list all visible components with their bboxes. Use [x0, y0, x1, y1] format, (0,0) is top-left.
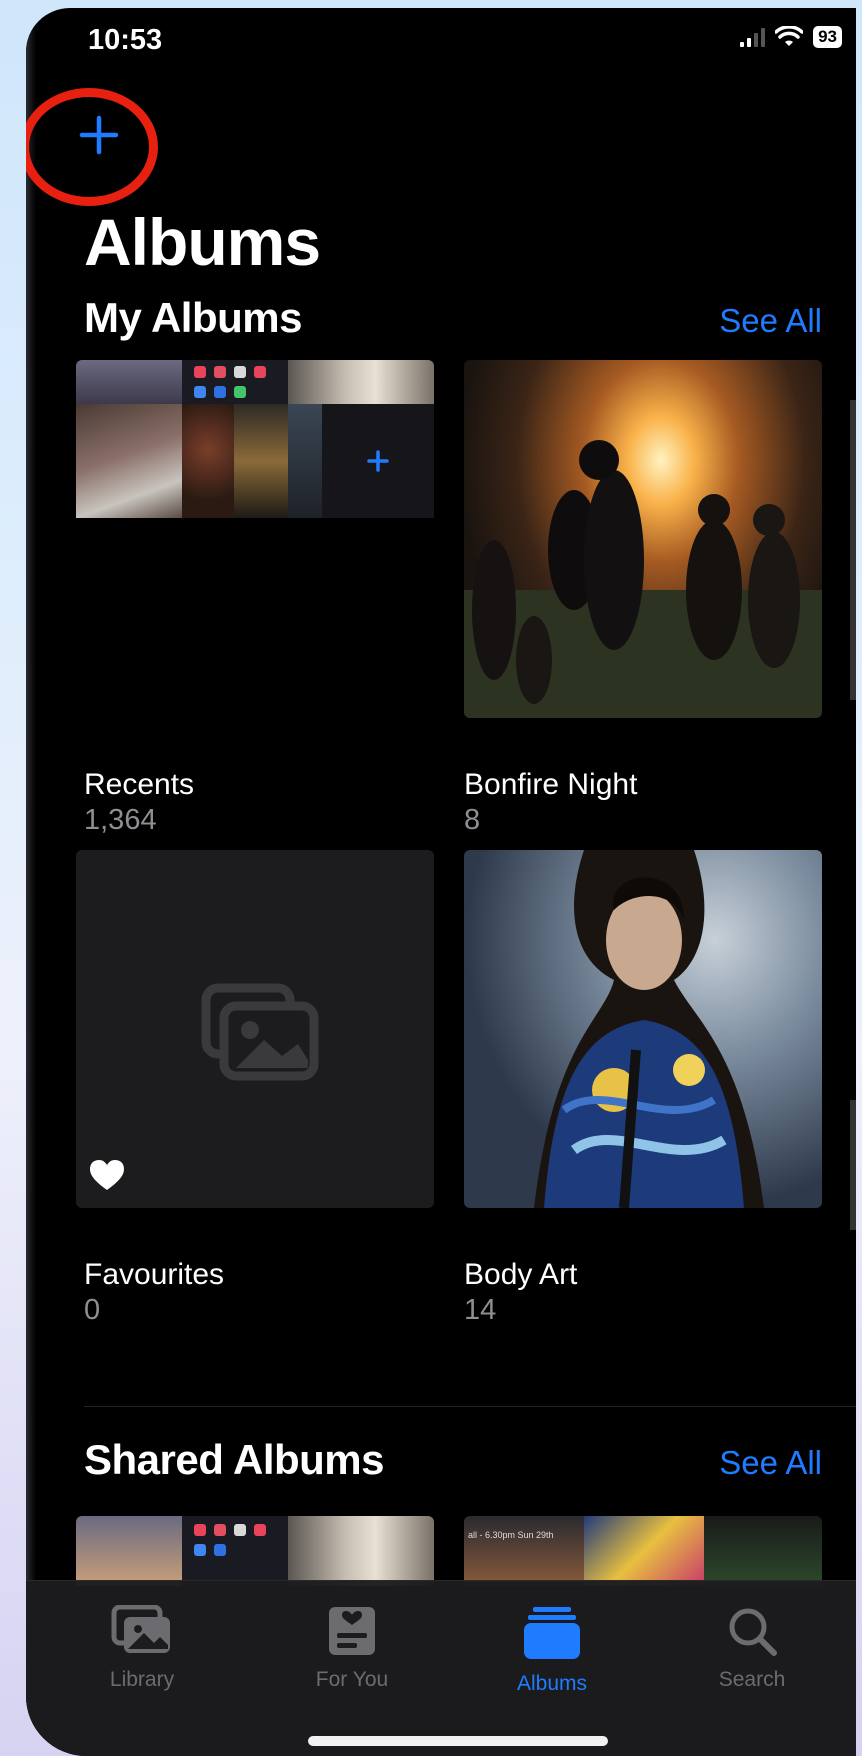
tab-for-you[interactable]: For You: [272, 1605, 432, 1692]
tab-label: Library: [109, 1668, 175, 1691]
section-divider: [84, 1406, 856, 1407]
my-albums-heading: My Albums: [84, 294, 302, 341]
recent-photo-thumb: [182, 404, 234, 518]
status-time: 10:53: [88, 24, 163, 56]
search-icon: [729, 1608, 777, 1656]
album-name-bonfire-night: Bonfire Night: [464, 768, 638, 801]
shared-album-tile[interactable]: all - 6.30pm Sun 29th: [464, 1516, 822, 1586]
for-you-icon: [329, 1607, 375, 1655]
my-albums-see-all-button[interactable]: See All: [719, 302, 822, 340]
recent-photo-thumb: [288, 404, 322, 518]
recent-photo-thumb: [288, 360, 434, 404]
album-tile-body-art[interactable]: [464, 850, 822, 1208]
status-bar: 10:53 93: [88, 18, 842, 60]
album-count-favourites: 0: [84, 1294, 101, 1326]
shared-albums-heading: Shared Albums: [84, 1436, 385, 1483]
recent-add-placeholder: [322, 404, 434, 518]
album-name-body-art: Body Art: [464, 1258, 578, 1291]
albums-icon: [524, 1607, 580, 1659]
shared-albums-see-all-button[interactable]: See All: [719, 1444, 822, 1482]
status-indicators: 93: [740, 26, 842, 48]
recent-screenshot-thumb: [182, 360, 288, 404]
next-album-peek: [850, 1100, 856, 1230]
album-tile-recents[interactable]: [76, 360, 434, 718]
phone-bezel: [26, 8, 36, 1756]
shared-albums-header: Shared Albums See All: [84, 1436, 822, 1484]
plus-icon: [367, 450, 389, 472]
wifi-icon: [775, 26, 804, 46]
cellular-signal-icon: [740, 27, 766, 47]
album-count-recents: 1,364: [84, 804, 157, 836]
recent-photo-thumb: [76, 360, 182, 404]
heart-icon: [90, 1160, 124, 1190]
annotation-circle: [26, 88, 158, 206]
shared-album-tile[interactable]: [76, 1516, 434, 1586]
album-name-recents: Recents: [84, 768, 195, 801]
phone-screen: 10:53 93 Albums My Albums See All Recent…: [26, 8, 856, 1756]
body-art-photo: [534, 850, 764, 1208]
recent-photo-thumb: [234, 404, 288, 518]
page-title: Albums: [84, 205, 321, 279]
album-tile-favourites[interactable]: [76, 850, 434, 1208]
tab-bar: Library For You Albums Search: [26, 1580, 856, 1756]
battery-indicator: 93: [813, 26, 842, 48]
album-count-bonfire-night: 8: [464, 804, 481, 836]
recent-photo-thumb: [76, 404, 182, 518]
tab-label: Albums: [516, 1672, 588, 1695]
album-count-body-art: 14: [464, 1294, 497, 1326]
album-tile-bonfire-night[interactable]: [464, 360, 822, 718]
photo-placeholder-icon: [201, 983, 319, 1081]
tab-search[interactable]: Search: [672, 1605, 832, 1692]
photo-library-icon: [111, 1604, 170, 1653]
next-album-peek: [850, 400, 856, 700]
tab-library[interactable]: Library: [62, 1604, 222, 1692]
album-name-favourites: Favourites: [84, 1258, 225, 1291]
tab-label: For You: [315, 1668, 389, 1691]
tab-albums[interactable]: Albums: [472, 1605, 632, 1696]
home-indicator[interactable]: [308, 1736, 608, 1746]
my-albums-header: My Albums See All: [84, 294, 822, 342]
shared-album-banner-text: all - 6.30pm Sun 29th: [468, 1530, 554, 1540]
bonfire-photo: [464, 440, 822, 718]
tab-label: Search: [718, 1668, 786, 1691]
